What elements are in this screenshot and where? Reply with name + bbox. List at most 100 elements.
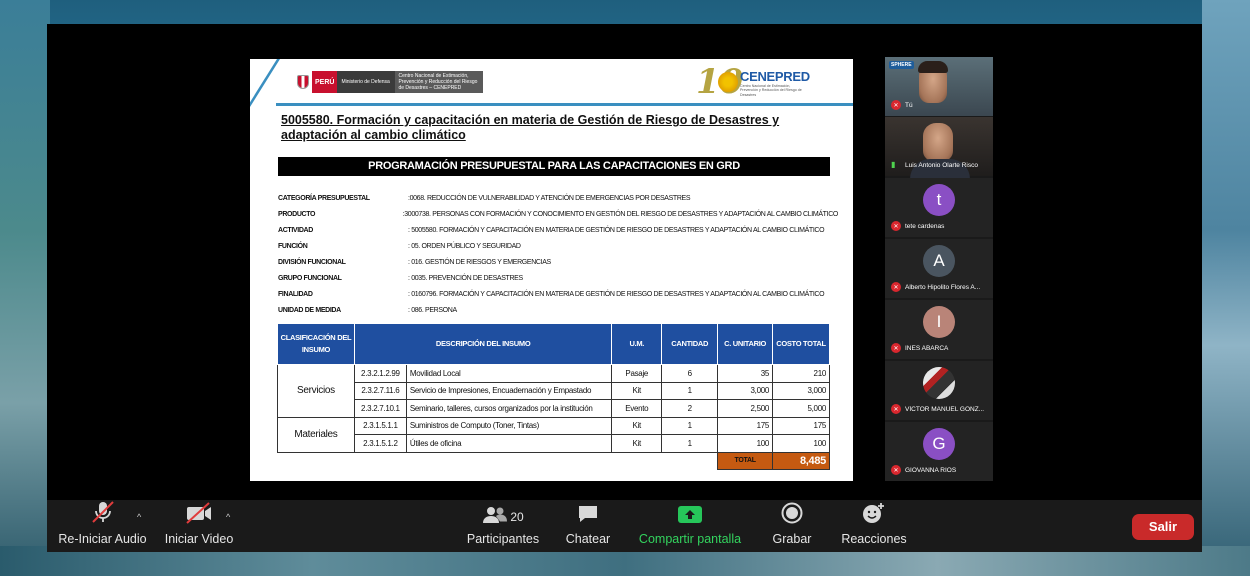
record-label: Grabar bbox=[772, 532, 812, 546]
peru-label: PERÚ bbox=[312, 71, 338, 93]
reaction-emoji-icon bbox=[839, 500, 909, 526]
video-options-chevron-icon[interactable]: ^ bbox=[226, 512, 230, 522]
total-spacer bbox=[278, 452, 718, 470]
muted-mic-icon: ✕ bbox=[891, 404, 901, 414]
cell-total: 5,000 bbox=[772, 399, 830, 418]
cell-total: 210 bbox=[772, 364, 830, 383]
participants-button[interactable]: 20 Participantes bbox=[462, 500, 544, 552]
chat-icon bbox=[562, 500, 614, 526]
info-row: CATEGORÍA PRESUPUESTAL :0068. REDUCCIÓN D… bbox=[278, 190, 838, 206]
table-row: Servicios 2.3.2.1.2.99 Movilidad Local P… bbox=[277, 364, 830, 418]
participant-tile[interactable]: ✕ VÍCTOR MANUEL GONZ... bbox=[885, 361, 993, 420]
participants-icon bbox=[483, 507, 508, 523]
cell-um: Kit bbox=[611, 434, 663, 453]
chat-label: Chatear bbox=[565, 532, 611, 546]
cell-quantity: 2 bbox=[661, 399, 719, 418]
cell-unit-cost: 100 bbox=[717, 434, 774, 453]
cell-total: 3,000 bbox=[772, 381, 830, 400]
participant-tile[interactable]: I ✕ INES ABARCA bbox=[885, 300, 993, 359]
chat-button[interactable]: Chatear bbox=[562, 500, 614, 552]
participants-gallery[interactable]: SPHERE ✕ Tú ▮ Luis Antonio Olarte Risco … bbox=[885, 57, 993, 481]
table-row: Materiales 2.3.1.5.1.1 Suministros de Co… bbox=[277, 416, 830, 453]
reactions-label: Reacciones bbox=[841, 532, 907, 546]
participant-tile[interactable]: G ✕ GIOVANNA RIOS bbox=[885, 422, 993, 481]
leave-meeting-button[interactable]: Salir bbox=[1132, 514, 1194, 540]
start-video-button[interactable]: Iniciar Video bbox=[159, 500, 239, 552]
muted-microphone-icon bbox=[55, 500, 150, 526]
participants-label: Participantes bbox=[466, 532, 540, 546]
cenepred-subtitle: Centro Nacional de Estimación, Prevenció… bbox=[740, 84, 802, 97]
info-value: :0068. REDUCCIÓN DE VULNERABILIDAD Y ATE… bbox=[408, 194, 691, 202]
info-key: UNIDAD DE MEDIDA bbox=[278, 306, 341, 314]
info-row: GRUPO FUNCIONAL: 0035. PREVENCIÓN DE DES… bbox=[278, 270, 838, 286]
share-screen-button[interactable]: Compartir pantalla bbox=[634, 500, 746, 552]
avatar: G bbox=[923, 428, 955, 460]
muted-mic-icon: ✕ bbox=[891, 282, 901, 292]
participant-video-face bbox=[923, 123, 953, 161]
info-key: PRODUCTO bbox=[278, 210, 316, 218]
avatar: A bbox=[923, 245, 955, 277]
participant-name: Alberto Hipolito Flores A... bbox=[905, 284, 981, 291]
col-header-description: DESCRIPCIÓN DEL INSUMO bbox=[353, 323, 613, 365]
avatar-photo bbox=[923, 367, 955, 399]
table-row: 2.3.2.7.11.6 Servicio de Impresiones, En… bbox=[278, 381, 830, 400]
info-key: CATEGORÍA PRESUPUESTAL bbox=[278, 194, 370, 202]
info-value: : 05. ORDEN PÚBLICO Y SEGURIDAD bbox=[408, 242, 521, 250]
section-banner: PROGRAMACIÓN PRESUPUESTAL PARA LAS CAPAC… bbox=[278, 157, 830, 176]
reactions-button[interactable]: Reacciones bbox=[839, 500, 909, 552]
participants-count: 20 bbox=[510, 510, 524, 524]
cell-quantity: 1 bbox=[661, 434, 719, 453]
cell-unit-cost: 3,000 bbox=[717, 381, 774, 400]
cell-total: 175 bbox=[772, 416, 830, 435]
muted-mic-icon: ✕ bbox=[891, 465, 901, 475]
info-row: DIVISIÓN FUNCIONAL : 016. GESTIÓN DE RIES… bbox=[278, 254, 838, 270]
avatar: I bbox=[923, 306, 955, 338]
cell-quantity: 6 bbox=[661, 364, 719, 383]
table-row: 2.3.2.7.10.1 Seminario, talleres, cursos… bbox=[278, 399, 830, 418]
budget-info-list: CATEGORÍA PRESUPUESTAL :0068. REDUCCIÓN D… bbox=[278, 190, 838, 318]
info-key: FUNCIÓN bbox=[278, 242, 308, 250]
cell-description: Suministros de Computo (Toner, Tintas) bbox=[405, 416, 613, 435]
record-button[interactable]: Grabar bbox=[767, 500, 817, 552]
participant-tile[interactable]: t ✕ tete cardenas bbox=[885, 178, 993, 237]
participant-tile-self[interactable]: SPHERE ✕ Tú bbox=[885, 57, 993, 116]
cell-description: Servicio de Impresiones, Encuadernación … bbox=[405, 381, 613, 400]
participant-tile[interactable]: A ✕ Alberto Hipolito Flores A... bbox=[885, 239, 993, 298]
muted-mic-icon: ✕ bbox=[891, 343, 901, 353]
total-value: 8,485 bbox=[772, 451, 830, 470]
cell-description: Útiles de oficina bbox=[405, 434, 613, 453]
participant-tile[interactable]: ▮ Luis Antonio Olarte Risco bbox=[885, 117, 993, 179]
group-label-services: Servicios bbox=[277, 364, 355, 418]
slide-title: 5005580. Formación y capacitación en mat… bbox=[281, 113, 780, 142]
cell-code: 2.3.2.7.10.1 bbox=[353, 399, 407, 418]
audio-level-icon: ▮ bbox=[891, 160, 896, 169]
avatar: t bbox=[923, 184, 955, 216]
info-value: : 0160796. FORMACIÓN Y CAPACITACIÓN EN M… bbox=[408, 290, 825, 298]
sun-icon bbox=[718, 72, 738, 92]
info-value: : 5005580. FORMACIÓN Y CAPACITACIÓN EN M… bbox=[408, 226, 825, 234]
col-header-classification: CLASIFICACIÓN DEL INSUMO bbox=[277, 323, 355, 365]
cell-unit-cost: 2,500 bbox=[717, 399, 774, 418]
shared-screen-slide: PERÚ Ministerio de Defensa Centro Nacion… bbox=[250, 59, 853, 481]
info-value: : 016. GESTIÓN DE RIESGOS Y EMERGENCIAS bbox=[408, 258, 551, 266]
slide-decor-line bbox=[276, 103, 853, 106]
meeting-toolbar: Re-Iniciar Audio ^ Iniciar Video ^ 20 Pa… bbox=[47, 500, 1202, 552]
budget-table: CLASIFICACIÓN DEL INSUMO DESCRIPCIÓN DEL… bbox=[277, 323, 830, 470]
col-header-quantity: CANTIDAD bbox=[661, 323, 719, 365]
info-row: PRODUCTO :3000738. PERSONAS CON FORMACIÓN… bbox=[278, 206, 838, 222]
info-value: :3000738. PERSONAS CON FORMACIÓN Y CONOC… bbox=[402, 210, 839, 218]
audio-options-chevron-icon[interactable]: ^ bbox=[137, 512, 141, 522]
participant-name: GIOVANNA RIOS bbox=[905, 467, 957, 474]
table-row: 2.3.1.5.1.2 Útiles de oficina Kit 1 100 … bbox=[278, 434, 830, 453]
cell-code: 2.3.2.1.2.99 bbox=[353, 364, 407, 383]
peru-ministry-logo: PERÚ Ministerio de Defensa Centro Nacion… bbox=[294, 71, 484, 93]
unmute-audio-button[interactable]: Re-Iniciar Audio bbox=[55, 500, 150, 552]
col-header-um: U.M. bbox=[611, 323, 663, 365]
cell-um: Kit bbox=[611, 416, 663, 435]
muted-mic-icon: ✕ bbox=[891, 100, 901, 110]
muted-mic-icon: ✕ bbox=[891, 221, 901, 231]
cenepred-name: CENEPRED bbox=[740, 69, 810, 84]
participant-name: tete cardenas bbox=[905, 223, 945, 230]
info-key: DIVISIÓN FUNCIONAL bbox=[278, 258, 346, 266]
center-label: Centro Nacional de Estimación, Prevenció… bbox=[395, 71, 484, 93]
